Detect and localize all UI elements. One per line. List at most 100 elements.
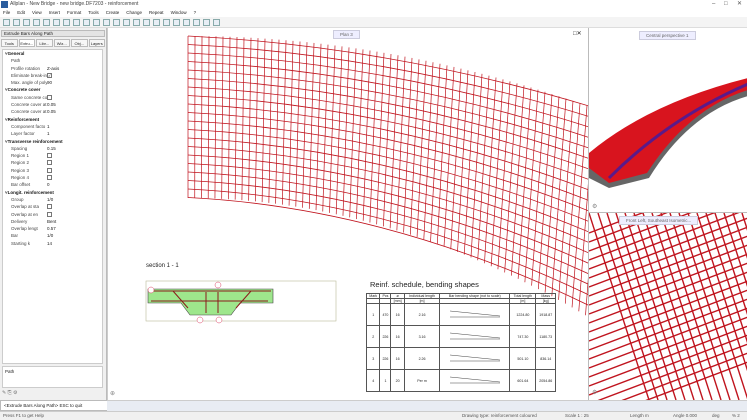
property-row[interactable]: Region 4 <box>3 174 102 181</box>
toolbar-button-icon[interactable] <box>33 19 40 26</box>
toolbar-button-icon[interactable] <box>173 19 180 26</box>
property-row[interactable]: Layer factor 1 <box>3 130 102 137</box>
pencil-icon[interactable]: ✎ <box>2 390 6 396</box>
menu-item[interactable]: ? <box>194 9 197 17</box>
drawing-type[interactable]: Drawing type: reinforcement coloured <box>462 412 537 420</box>
settings-icon[interactable]: ⚙ <box>13 390 17 396</box>
toolbar-button-icon[interactable] <box>13 19 20 26</box>
property-row[interactable]: Eliminate break-in ✓ <box>3 72 102 79</box>
percent[interactable]: % 2 <box>732 412 740 420</box>
property-row[interactable]: Same concrete co <box>3 94 102 101</box>
property-row[interactable]: Bar 1/0 <box>3 232 102 239</box>
panel-tab[interactable]: Layers <box>88 39 105 47</box>
property-value[interactable]: 0.05 <box>47 108 56 115</box>
close-button[interactable]: ✕ <box>737 0 742 9</box>
property-row[interactable]: Component facto 1 <box>3 123 102 130</box>
property-group[interactable]: ˅ Reinforcement <box>3 116 102 123</box>
property-value[interactable]: Bent <box>47 218 56 225</box>
perspective-viewport-1[interactable]: Central perspective 1 ⚙ <box>588 28 747 213</box>
property-row[interactable]: Starting k 14 <box>3 240 102 247</box>
property-row[interactable]: Delivery Bent <box>3 218 102 225</box>
property-value[interactable]: 0.15 <box>47 145 56 152</box>
toolbar-button-icon[interactable] <box>53 19 60 26</box>
toolbar-button-icon[interactable] <box>183 19 190 26</box>
angle-unit[interactable]: deg <box>712 412 720 420</box>
toolbar-button-icon[interactable] <box>193 19 200 26</box>
checkbox[interactable] <box>47 211 52 217</box>
menu-item[interactable]: Tools <box>88 9 99 17</box>
menu-item[interactable]: File <box>3 9 10 17</box>
property-row[interactable]: Overlap at en <box>3 211 102 218</box>
toolbar-button-icon[interactable] <box>213 19 220 26</box>
toolbar-button-icon[interactable] <box>63 19 70 26</box>
property-row[interactable]: Region 1 <box>3 152 102 159</box>
property-row[interactable]: Bar offset 0 <box>3 181 102 188</box>
length-unit[interactable]: Length m <box>630 412 649 420</box>
property-value[interactable]: 1/0 <box>47 232 53 239</box>
viewport-tab-persp2[interactable]: Front Left, Southeast Isometric... <box>619 216 699 225</box>
toolbar-button-icon[interactable] <box>83 19 90 26</box>
panel-tab[interactable]: Wiz... <box>53 39 70 47</box>
minimize-button[interactable]: – <box>712 0 715 9</box>
property-row[interactable]: Region 2 <box>3 159 102 166</box>
checkbox[interactable] <box>47 160 52 166</box>
panel-tab[interactable]: Extru... <box>18 39 35 47</box>
checkbox[interactable] <box>47 167 52 173</box>
property-value[interactable]: 1 <box>47 123 50 130</box>
menu-item[interactable]: Change <box>126 9 142 17</box>
maximize-button[interactable]: □ <box>724 0 728 9</box>
plan-viewport[interactable]: Plan 3 □✕ section 1 - 1 Reinf. schedule,… <box>107 28 589 400</box>
property-value[interactable]: 90 <box>47 79 52 86</box>
toolbar-button-icon[interactable] <box>3 19 10 26</box>
panel-tab[interactable]: Obj... <box>71 39 88 47</box>
property-value[interactable]: 0.57 <box>47 225 56 232</box>
toolbar-button-icon[interactable] <box>153 19 160 26</box>
panel-tab[interactable]: Tools <box>1 39 18 47</box>
checkbox[interactable] <box>47 204 52 210</box>
property-value[interactable]: 1/0 <box>47 196 53 203</box>
property-value[interactable]: Z-axis <box>47 65 59 72</box>
checkbox[interactable] <box>47 175 52 181</box>
property-group[interactable]: ˅ Concrete cover <box>3 86 102 93</box>
menu-item[interactable]: Edit <box>17 9 25 17</box>
property-row[interactable]: Group 1/0 <box>3 196 102 203</box>
toolbar-button-icon[interactable] <box>143 19 150 26</box>
menu-item[interactable]: Repeat <box>149 9 164 17</box>
property-value[interactable]: 0 <box>47 181 50 188</box>
toolbar-button-icon[interactable] <box>163 19 170 26</box>
property-group[interactable]: ˅ General <box>3 50 102 57</box>
menu-item[interactable]: Format <box>67 9 81 17</box>
property-group[interactable]: ˅ Transverse reinforcement <box>3 138 102 145</box>
property-value[interactable]: 0.05 <box>47 101 56 108</box>
menu-item[interactable]: Create <box>106 9 120 17</box>
toolbar-button-icon[interactable] <box>103 19 110 26</box>
property-row[interactable]: Max. angle of poly 90 <box>3 79 102 86</box>
copy-icon[interactable]: ⎘ <box>8 390 12 396</box>
checkbox[interactable]: ✓ <box>47 72 52 78</box>
property-row[interactable]: Region 3 <box>3 167 102 174</box>
toolbar-button-icon[interactable] <box>203 19 210 26</box>
toolbar-button-icon[interactable] <box>23 19 30 26</box>
panel-tab[interactable]: Libr... <box>36 39 53 47</box>
checkbox[interactable] <box>47 153 52 159</box>
property-row[interactable]: Spacing 0.15 <box>3 145 102 152</box>
menu-item[interactable]: View <box>32 9 42 17</box>
toolbar-button-icon[interactable] <box>73 19 80 26</box>
property-row[interactable]: Concrete cover at 0.05 <box>3 101 102 108</box>
toolbar-button-icon[interactable] <box>133 19 140 26</box>
property-row[interactable]: Overlap at sta <box>3 203 102 210</box>
compass-icon[interactable]: ⚙ <box>592 203 597 210</box>
menu-item[interactable]: Insert <box>49 9 60 17</box>
scale[interactable]: Scale 1 : 25 <box>565 412 589 420</box>
property-group[interactable]: ˅ Longit. reinforcement <box>3 189 102 196</box>
perspective-viewport-2[interactable]: Front Left, Southeast Isometric... ⚙ <box>588 213 747 400</box>
property-row[interactable]: Overlap lengt 0.57 <box>3 225 102 232</box>
property-row[interactable]: Path <box>3 57 102 64</box>
checkbox[interactable] <box>47 94 52 100</box>
property-row[interactable]: Profile rotation Z-axis <box>3 65 102 72</box>
compass-icon[interactable]: ⊕ <box>110 390 115 397</box>
property-row[interactable]: Concrete cover at 0.05 <box>3 108 102 115</box>
angle[interactable]: Angle 0.000 <box>673 412 697 420</box>
toolbar-button-icon[interactable] <box>93 19 100 26</box>
compass-icon[interactable]: ⚙ <box>592 389 597 396</box>
